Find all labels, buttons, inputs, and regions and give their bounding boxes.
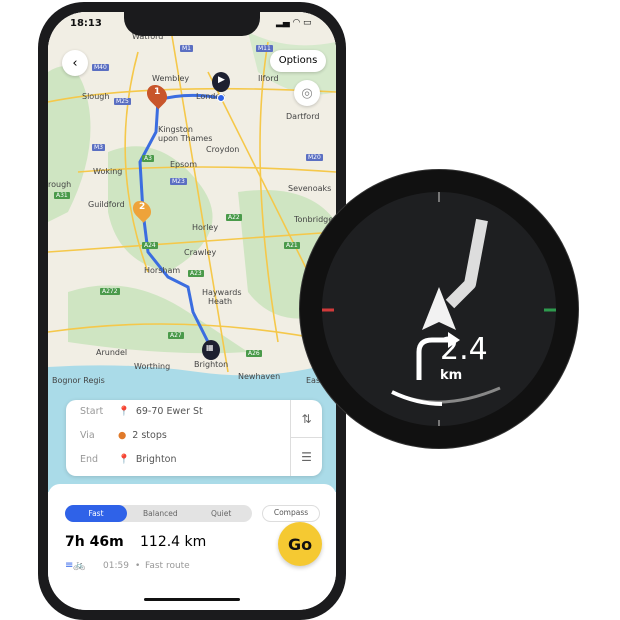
- distance-unit: km: [440, 368, 463, 383]
- place-label: rough: [48, 180, 72, 189]
- end-row[interactable]: End 📍 Brighton: [80, 454, 177, 465]
- road-label: A21: [284, 242, 300, 249]
- place-label: Crawley: [184, 248, 217, 257]
- road-ahead: [445, 218, 488, 309]
- mode-quiet[interactable]: Quiet: [211, 509, 231, 518]
- add-stop-button[interactable]: ☰: [290, 438, 322, 476]
- via-value: 2 stops: [132, 430, 167, 441]
- place-label: Arundel: [96, 348, 128, 357]
- options-button[interactable]: Options: [270, 50, 326, 72]
- status-icons: ▂▄ ◠ ▭: [276, 18, 312, 28]
- home-indicator: [144, 598, 240, 601]
- end-value: Brighton: [135, 454, 177, 465]
- place-label: Haywards: [202, 288, 242, 297]
- phone-screen: Watford Wembley Slough London Ilford Dar…: [48, 12, 336, 610]
- notch: [124, 12, 260, 36]
- pin-icon: 📍: [118, 406, 130, 417]
- place-label: Heath: [208, 297, 233, 306]
- mode-balanced[interactable]: Balanced: [143, 509, 178, 518]
- end-label: End: [80, 454, 99, 465]
- road-label: A22: [226, 214, 242, 221]
- road-label: M3: [92, 144, 105, 151]
- road-label: A27: [168, 332, 184, 339]
- start-value: 69-70 Ewer St: [135, 406, 203, 417]
- start-label: Start: [80, 406, 104, 417]
- place-label: Guildford: [88, 200, 125, 209]
- navigation-display: [322, 192, 556, 426]
- road-label: M20: [306, 154, 323, 161]
- route-type: Fast route: [145, 561, 190, 571]
- route-distance: 112.4 km: [140, 534, 207, 550]
- road-label: A24: [142, 242, 158, 249]
- finish-flag-icon: ▦: [206, 343, 214, 352]
- place-label: Ilford: [258, 74, 279, 83]
- chevron-left-icon: ‹: [72, 55, 78, 71]
- play-icon: ▶: [218, 75, 225, 85]
- flag-pin-icon: 📍: [118, 454, 130, 465]
- place-label: Horley: [192, 223, 219, 232]
- compass-button[interactable]: Compass: [262, 505, 320, 522]
- via-row[interactable]: Via ● 2 stops: [80, 430, 167, 441]
- swap-button[interactable]: ⇅: [290, 400, 322, 438]
- place-label: Slough: [82, 92, 110, 101]
- place-label: Croydon: [206, 145, 240, 154]
- compass-device: 2.4 km: [300, 170, 578, 448]
- road-label: A23: [188, 270, 204, 277]
- position-arrow-icon: [422, 287, 456, 330]
- crosshair-icon: ◎: [301, 85, 313, 101]
- road-label: M1: [180, 45, 193, 52]
- route-card: Start 📍 69-70 Ewer St Via ● 2 stops End 📍 Brig…: [66, 400, 322, 476]
- swap-vertical-icon: ⇅: [301, 411, 312, 426]
- place-label: Kingston: [158, 125, 193, 134]
- go-button[interactable]: Go: [278, 522, 322, 566]
- back-button[interactable]: ‹: [62, 50, 88, 76]
- place-label: Dartford: [286, 112, 320, 121]
- place-label: upon Thames: [158, 134, 213, 143]
- start-row[interactable]: Start 📍 69-70 Ewer St: [80, 406, 203, 417]
- route-mode-selector: Fast Balanced Quiet: [65, 505, 252, 522]
- turn-distance: 2.4: [440, 332, 488, 367]
- place-label: Wembley: [152, 74, 190, 83]
- place-label: Brighton: [194, 360, 229, 369]
- eta-time: 01:59: [103, 561, 129, 571]
- road-label: A26: [246, 350, 262, 357]
- add-stop-icon: ☰: [301, 450, 312, 464]
- mode-fast[interactable]: Fast: [65, 505, 127, 522]
- place-label: Horsham: [144, 266, 181, 275]
- separator: •: [135, 561, 141, 571]
- road-label: M11: [256, 45, 273, 52]
- stop-2-number: 2: [139, 202, 146, 212]
- via-label: Via: [80, 430, 95, 441]
- distance-progress: [391, 390, 443, 406]
- start-marker[interactable]: ▶: [212, 72, 230, 92]
- road-label: A3: [142, 155, 154, 162]
- place-label: Bognor Regis: [52, 376, 105, 385]
- device-face: 2.4 km: [322, 192, 556, 426]
- road-label: M40: [92, 64, 109, 71]
- route-duration: 7h 46m: [65, 534, 124, 550]
- road-label: M25: [114, 98, 131, 105]
- place-label: Worthing: [134, 362, 171, 371]
- locate-button[interactable]: ◎: [294, 80, 320, 106]
- place-label: Woking: [93, 167, 123, 176]
- place-label: Epsom: [170, 160, 197, 169]
- current-location-dot: [217, 94, 225, 102]
- road-label: A272: [100, 288, 120, 295]
- end-marker[interactable]: ▦: [202, 340, 220, 360]
- stops-icon: ●: [118, 430, 127, 441]
- road-label: M23: [170, 178, 187, 185]
- stop-1-number: 1: [154, 87, 161, 97]
- place-label: Newhaven: [238, 372, 281, 381]
- status-time: 18:13: [70, 18, 102, 29]
- route-panel: Fast Balanced Quiet Compass 7h 46m 112.4…: [48, 484, 336, 610]
- bike-icon: ≡🚲: [65, 560, 86, 571]
- road-label: A31: [54, 192, 70, 199]
